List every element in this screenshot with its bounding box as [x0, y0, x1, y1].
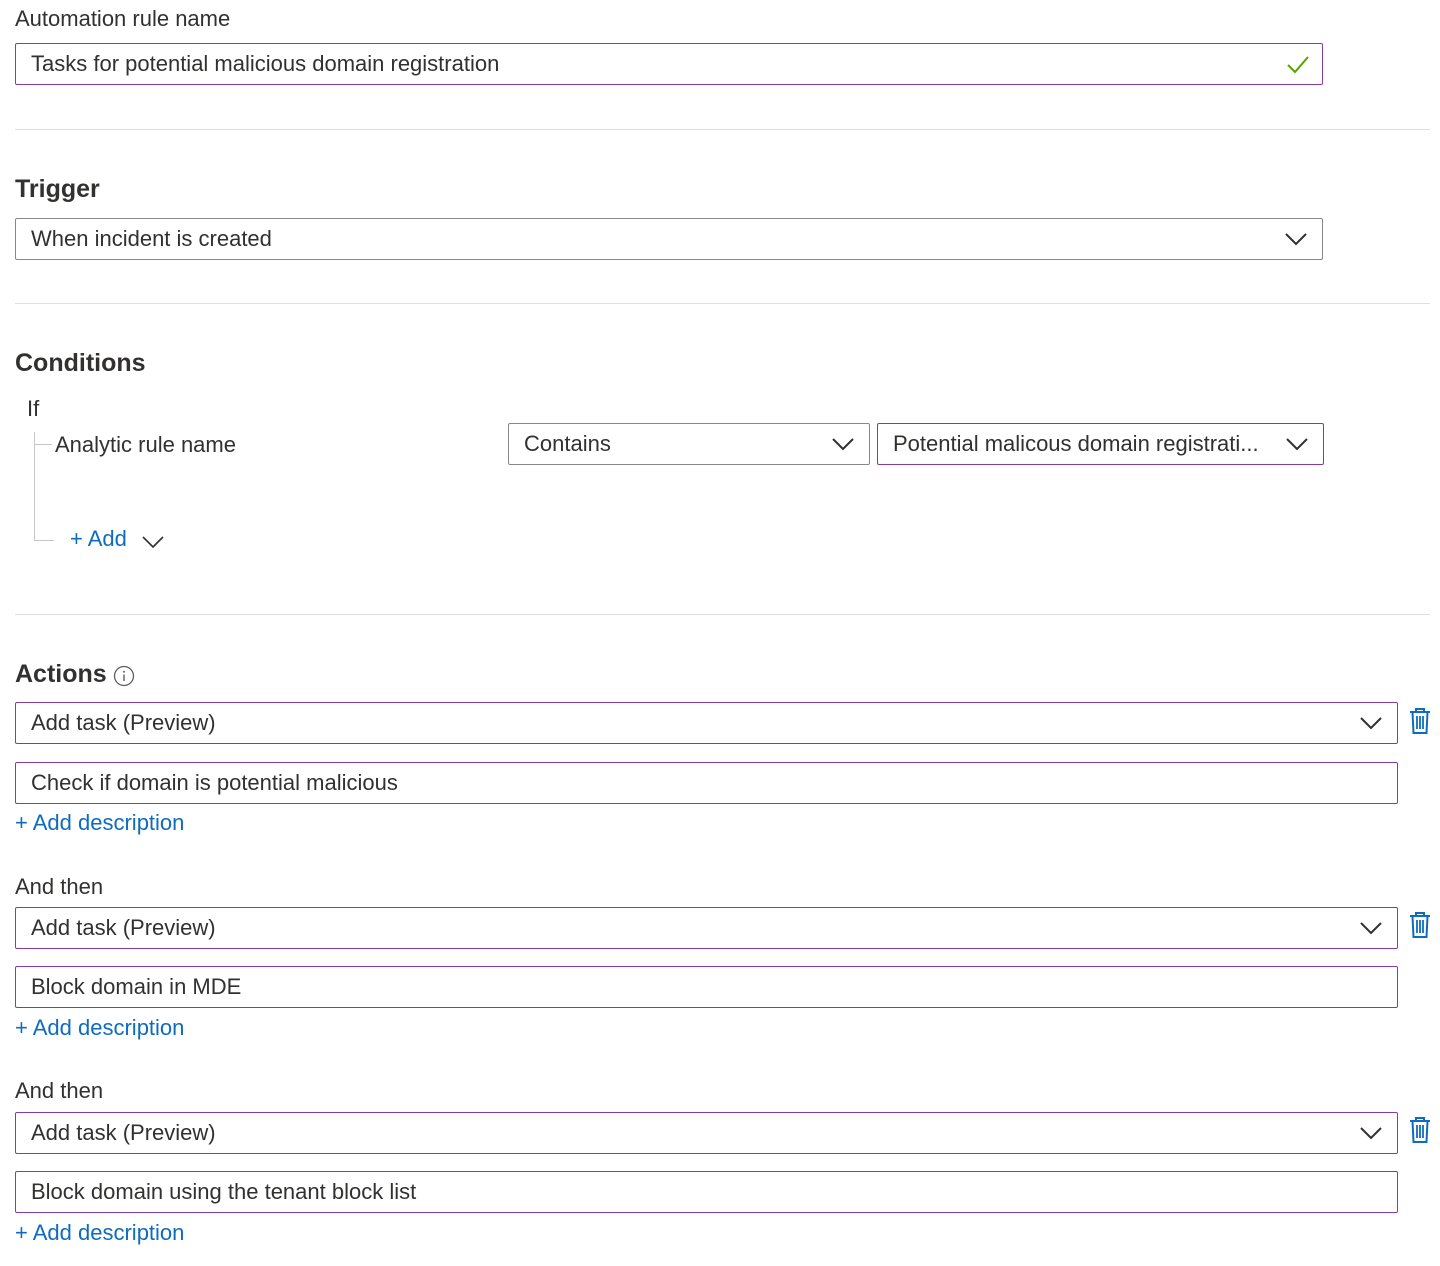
- actions-header: Actions: [15, 660, 135, 689]
- condition-property-label: Analytic rule name: [55, 432, 236, 457]
- delete-icon[interactable]: [1409, 911, 1431, 939]
- delete-icon[interactable]: [1409, 707, 1431, 735]
- task-title-value: Block domain using the tenant block list: [31, 1179, 417, 1204]
- and-then-label: And then: [15, 1078, 104, 1103]
- info-icon[interactable]: [113, 665, 135, 687]
- action-type-value: Add task (Preview): [31, 1120, 216, 1145]
- if-label: If: [27, 396, 40, 421]
- chevron-down-icon: [1360, 1127, 1382, 1140]
- task-title-input[interactable]: Block domain in MDE: [15, 966, 1398, 1008]
- chevron-down-icon: [142, 536, 164, 549]
- actions-title: Actions: [15, 660, 107, 688]
- and-then-label: And then: [15, 874, 104, 899]
- rule-name-input[interactable]: Tasks for potential malicious domain reg…: [15, 43, 1323, 85]
- add-condition-label: + Add: [70, 526, 127, 551]
- section-divider: [15, 129, 1430, 130]
- condition-tree-line: [34, 432, 35, 540]
- action-type-dropdown[interactable]: Add task (Preview): [15, 1112, 1398, 1154]
- rule-name-value: Tasks for potential malicious domain reg…: [31, 51, 500, 76]
- trigger-title: Trigger: [15, 175, 100, 203]
- chevron-down-icon: [1285, 233, 1307, 246]
- task-title-value: Block domain in MDE: [31, 974, 242, 999]
- condition-value-text: Potential malicous domain registrati...: [893, 431, 1259, 456]
- add-description-link[interactable]: + Add description: [15, 1015, 184, 1041]
- task-title-input[interactable]: Block domain using the tenant block list: [15, 1171, 1398, 1213]
- section-divider: [15, 614, 1430, 615]
- condition-operator-dropdown[interactable]: Contains: [508, 423, 870, 465]
- conditions-title: Conditions: [15, 349, 146, 377]
- condition-value-dropdown[interactable]: Potential malicous domain registrati...: [877, 423, 1324, 465]
- task-title-input[interactable]: Check if domain is potential malicious: [15, 762, 1398, 804]
- add-description-link[interactable]: + Add description: [15, 810, 184, 836]
- condition-operator-value: Contains: [524, 431, 611, 456]
- add-condition-button[interactable]: + Add: [70, 526, 164, 552]
- condition-tree-branch: [34, 540, 54, 541]
- rule-name-label: Automation rule name: [15, 6, 231, 31]
- action-type-dropdown[interactable]: Add task (Preview): [15, 702, 1398, 744]
- action-type-value: Add task (Preview): [31, 915, 216, 940]
- trigger-selected: When incident is created: [31, 226, 272, 251]
- checkmark-icon: [1287, 56, 1309, 74]
- add-description-link[interactable]: + Add description: [15, 1220, 184, 1246]
- chevron-down-icon: [1286, 438, 1308, 451]
- action-type-value: Add task (Preview): [31, 710, 216, 735]
- delete-icon[interactable]: [1409, 1116, 1431, 1144]
- task-title-value: Check if domain is potential malicious: [31, 770, 398, 795]
- chevron-down-icon: [1360, 922, 1382, 935]
- section-divider: [15, 303, 1430, 304]
- condition-tree-branch: [34, 444, 52, 445]
- chevron-down-icon: [1360, 717, 1382, 730]
- chevron-down-icon: [832, 438, 854, 451]
- action-type-dropdown[interactable]: Add task (Preview): [15, 907, 1398, 949]
- trigger-dropdown[interactable]: When incident is created: [15, 218, 1323, 260]
